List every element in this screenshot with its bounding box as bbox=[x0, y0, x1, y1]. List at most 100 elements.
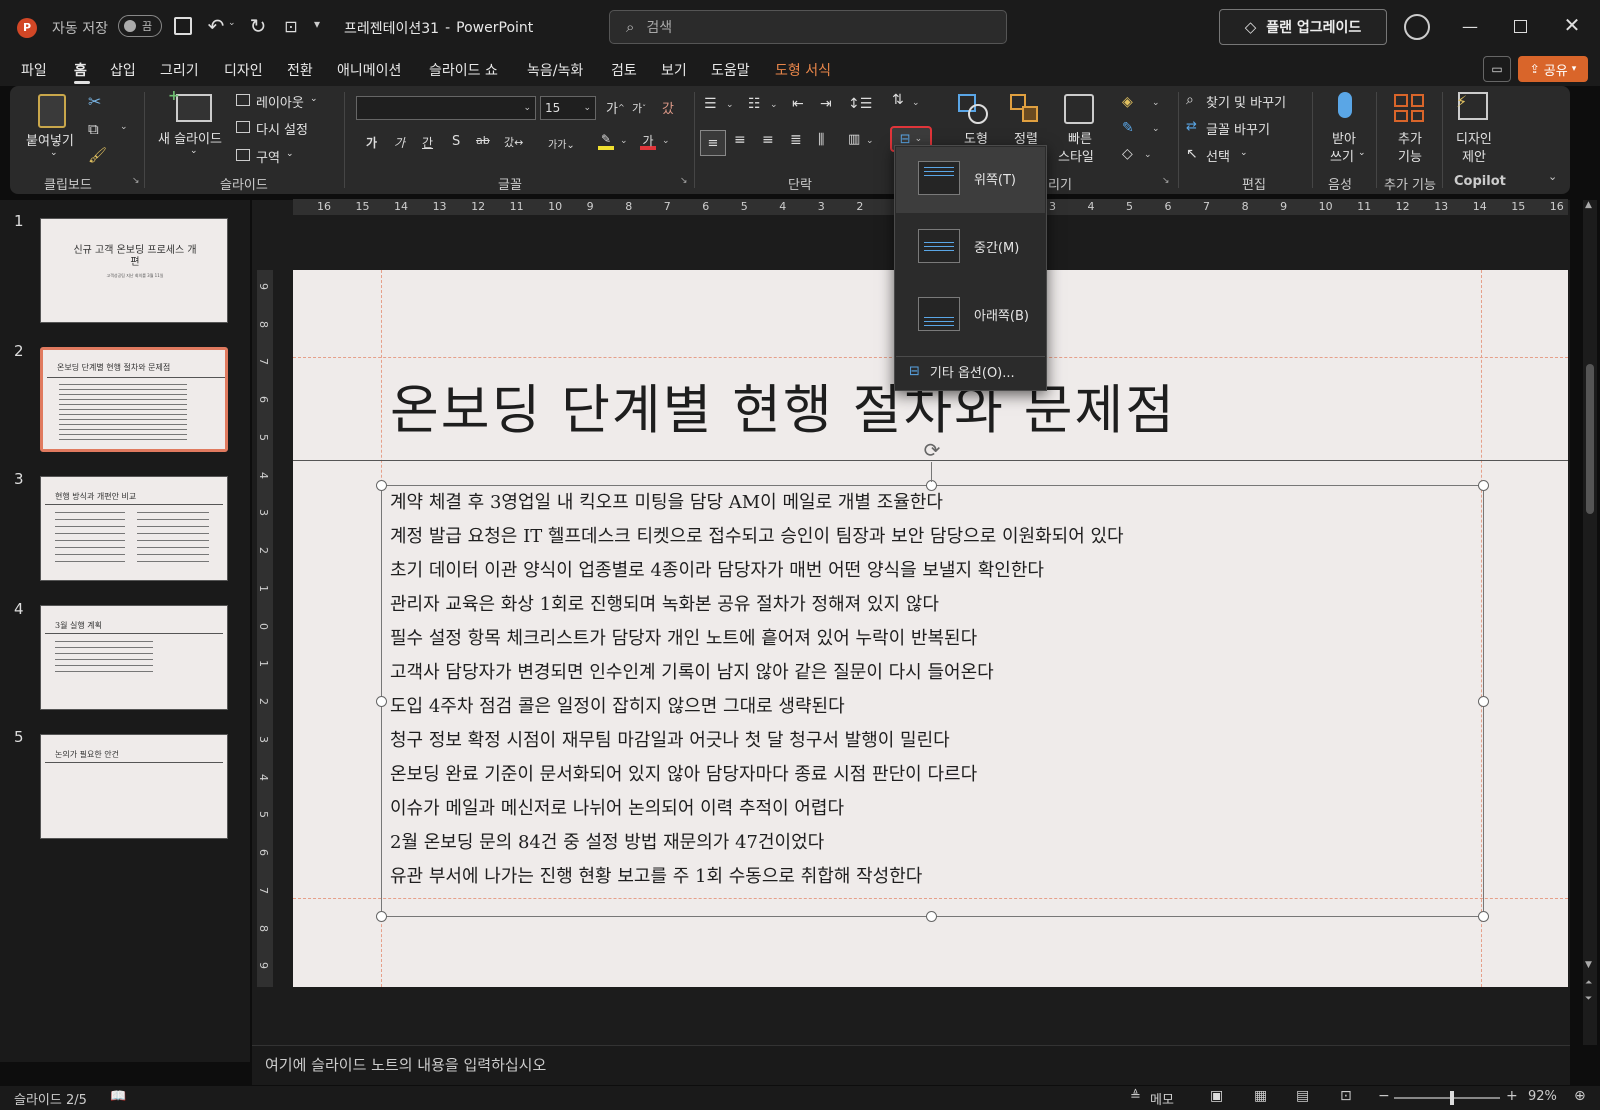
font-size-select[interactable]: 15 ⌄ bbox=[540, 96, 596, 120]
resize-handle[interactable] bbox=[1478, 696, 1489, 707]
more-options-item[interactable]: ⊟ 기타 옵션(O)... bbox=[909, 362, 1015, 381]
zoom-level[interactable]: 92% bbox=[1528, 1089, 1557, 1104]
addins-button[interactable]: 추가 bbox=[1398, 128, 1422, 147]
tab-insert[interactable]: 삽입 bbox=[110, 60, 136, 80]
slide-thumbnail-4[interactable]: 3월 실행 계획 bbox=[40, 605, 228, 710]
account-avatar[interactable] bbox=[1404, 14, 1430, 40]
vertical-ruler[interactable]: 9 8 7 6 5 4 3 2 1 0 1 2 3 4 5 6 7 8 9 bbox=[257, 270, 273, 987]
dialog-launcher-icon[interactable]: ↘ bbox=[1162, 176, 1170, 186]
change-case-icon[interactable]: 가가⌄ bbox=[548, 136, 575, 151]
strikethrough-icon[interactable]: ab bbox=[476, 134, 490, 147]
shapes-icon[interactable] bbox=[958, 94, 990, 126]
redo-icon[interactable]: ↻ bbox=[246, 14, 270, 38]
search-input[interactable]: 검색 bbox=[646, 17, 672, 37]
shape-outline-icon[interactable]: ✎ bbox=[1122, 120, 1134, 136]
addins-icon[interactable] bbox=[1394, 94, 1424, 122]
chevron-down-icon[interactable]: ⌄ bbox=[120, 122, 128, 132]
resize-handle[interactable] bbox=[1478, 911, 1489, 922]
bullets-icon[interactable]: ☰ bbox=[704, 96, 717, 112]
chevron-down-icon[interactable]: ⌄ bbox=[620, 136, 628, 146]
designer-button[interactable]: 디자인 bbox=[1456, 128, 1492, 147]
tab-help[interactable]: 도움말 bbox=[711, 60, 750, 80]
undo-icon[interactable]: ↶ bbox=[204, 14, 228, 38]
new-slide-icon[interactable] bbox=[176, 94, 212, 122]
accessibility-icon[interactable]: 📖 bbox=[110, 1089, 126, 1104]
align-bottom-option[interactable]: 아래쪽(B) bbox=[896, 283, 1045, 349]
normal-view-icon[interactable]: ▣ bbox=[1210, 1088, 1223, 1104]
increase-indent-icon[interactable]: ⇥ bbox=[820, 96, 832, 112]
next-slide-icon[interactable]: ⏷ bbox=[1585, 994, 1592, 1004]
scroll-up-icon[interactable]: ▲ bbox=[1585, 200, 1592, 210]
tab-slideshow[interactable]: 슬라이드 쇼 bbox=[429, 60, 498, 80]
chevron-down-icon[interactable]: ⌄ bbox=[662, 136, 670, 146]
reading-view-icon[interactable]: ▤ bbox=[1296, 1088, 1309, 1104]
tab-file[interactable]: 파일 bbox=[21, 60, 47, 80]
customize-qat-icon[interactable]: ▾ bbox=[314, 17, 320, 31]
search-box[interactable]: ⌕ 검색 bbox=[609, 10, 1007, 44]
notes-toggle[interactable]: 메모 bbox=[1150, 1089, 1174, 1108]
fit-to-window-icon[interactable]: ⊕ bbox=[1574, 1088, 1586, 1104]
autosave-toggle[interactable]: 끔 bbox=[118, 15, 162, 37]
highlight-icon[interactable]: ✎ bbox=[598, 132, 614, 150]
addins-button-2[interactable]: 기능 bbox=[1398, 146, 1422, 165]
slide-sorter-icon[interactable]: ▦ bbox=[1254, 1088, 1267, 1104]
select-button[interactable]: 선택 bbox=[1206, 146, 1230, 165]
slide-thumbnail-2[interactable]: 온보딩 단계별 현행 절차와 문제점 bbox=[40, 347, 228, 452]
tab-draw[interactable]: 그리기 bbox=[160, 60, 199, 80]
slide-thumbnail-5[interactable]: 논의가 필요한 안건 bbox=[40, 734, 228, 839]
close-icon[interactable]: ✕ bbox=[1562, 13, 1582, 37]
numbering-icon[interactable]: ☷ bbox=[748, 96, 761, 112]
increase-font-size-icon[interactable]: 가 ^ bbox=[606, 98, 625, 117]
share-button[interactable]: ⇪ 공유 ▾ bbox=[1518, 56, 1588, 82]
align-top-option[interactable]: 위쪽(T) bbox=[896, 147, 1045, 213]
align-right-icon[interactable]: ≡ bbox=[762, 132, 774, 148]
collapse-ribbon-icon[interactable]: ⌄ bbox=[1548, 170, 1557, 183]
quick-styles-icon[interactable] bbox=[1064, 94, 1094, 124]
dictate-button-2[interactable]: 쓰기 bbox=[1330, 146, 1354, 165]
cut-icon[interactable]: ✂ bbox=[88, 92, 101, 111]
align-center-icon[interactable]: ≡ bbox=[734, 132, 746, 148]
slide-thumbnail-3[interactable]: 현행 방식과 개편안 비교 bbox=[40, 476, 228, 581]
character-spacing-icon[interactable]: 갔↔ bbox=[504, 134, 523, 150]
decrease-indent-icon[interactable]: ⇤ bbox=[792, 96, 804, 112]
minimize-icon[interactable]: — bbox=[1460, 17, 1480, 36]
notes-pane[interactable]: 여기에 슬라이드 노트의 내용을 입력하십시오 bbox=[252, 1045, 1570, 1085]
save-icon[interactable] bbox=[174, 17, 192, 35]
designer-icon[interactable]: ⚡ bbox=[1456, 92, 1488, 120]
layout-button[interactable]: 레이아웃 bbox=[256, 92, 304, 111]
zoom-in-icon[interactable]: + bbox=[1506, 1088, 1518, 1104]
tab-shape-format[interactable]: 도형 서식 bbox=[775, 60, 831, 80]
underline-icon[interactable]: 간 bbox=[422, 134, 433, 151]
chevron-down-icon[interactable]: ⌄ bbox=[1152, 124, 1160, 134]
zoom-slider-thumb[interactable] bbox=[1450, 1091, 1455, 1105]
tab-transitions[interactable]: 전환 bbox=[287, 60, 313, 80]
chevron-down-icon[interactable]: ⌄ bbox=[912, 98, 920, 108]
tab-home[interactable]: 홈 bbox=[74, 60, 87, 80]
chevron-down-icon[interactable]: ⌄ bbox=[726, 100, 734, 110]
text-direction-icon[interactable]: ⇅ bbox=[892, 92, 904, 108]
quick-styles-button-2[interactable]: 스타일 bbox=[1058, 146, 1094, 165]
chevron-down-icon[interactable]: ⌄ bbox=[50, 148, 58, 158]
maximize-icon[interactable] bbox=[1514, 20, 1527, 33]
format-painter-icon[interactable]: 🖌 bbox=[88, 146, 107, 164]
dictate-button[interactable]: 받아 bbox=[1332, 128, 1356, 147]
scroll-down-icon[interactable]: ▼ bbox=[1585, 960, 1592, 970]
chevron-down-icon[interactable]: ⌄ bbox=[1152, 98, 1160, 108]
previous-slide-icon[interactable]: ⏶ bbox=[1585, 978, 1592, 988]
quick-styles-button[interactable]: 빠른 bbox=[1068, 128, 1092, 147]
align-left-icon[interactable]: ≡ bbox=[700, 130, 726, 156]
paste-icon[interactable] bbox=[38, 94, 66, 128]
font-color-icon[interactable]: 가 bbox=[640, 132, 656, 150]
reset-button[interactable]: 다시 설정 bbox=[256, 119, 308, 138]
resize-handle[interactable] bbox=[376, 480, 387, 491]
slide-title[interactable]: 온보딩 단계별 현행 절차와 문제점 bbox=[390, 368, 1176, 444]
shadow-icon[interactable]: S bbox=[452, 134, 460, 149]
chevron-down-icon[interactable]: ⌄ bbox=[228, 18, 236, 28]
decrease-font-size-icon[interactable]: 가ˇ bbox=[632, 100, 646, 116]
columns-icon[interactable]: ▥ bbox=[848, 132, 860, 147]
font-name-select[interactable]: ⌄ bbox=[356, 96, 536, 120]
chevron-down-icon[interactable]: ⌄ bbox=[1144, 150, 1152, 160]
paste-button[interactable]: 붙여넣기 bbox=[26, 130, 74, 149]
vertical-scrollbar[interactable]: ▲ ▼ ⏶ ⏷ bbox=[1583, 200, 1597, 1045]
italic-icon[interactable]: 가 bbox=[394, 134, 405, 151]
